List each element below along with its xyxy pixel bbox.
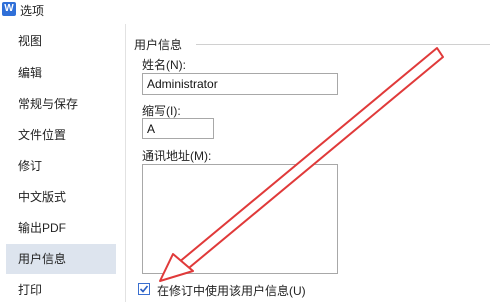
sidebar-item-edit[interactable]: 编辑: [6, 58, 116, 88]
sidebar-item-print[interactable]: 打印: [6, 275, 116, 305]
sidebar-item-revisions[interactable]: 修订: [6, 151, 116, 181]
name-field[interactable]: [142, 73, 338, 95]
use-user-info-checkbox[interactable]: [138, 283, 150, 295]
sidebar-item-general-save[interactable]: 常规与保存: [6, 89, 116, 119]
sidebar-item-chinese-layout[interactable]: 中文版式: [6, 182, 116, 212]
use-user-info-label[interactable]: 在修订中使用该用户信息(U): [157, 282, 306, 299]
checkmark-icon: [139, 285, 149, 293]
sidebar-item-user-info[interactable]: 用户信息: [6, 244, 116, 274]
name-label: 姓名(N):: [142, 58, 186, 72]
title-bar: W 选项: [0, 0, 494, 22]
sidebar-item-export-pdf[interactable]: 输出PDF: [6, 213, 116, 243]
address-field[interactable]: [142, 164, 338, 274]
user-info-panel: 用户信息 姓名(N): 缩写(I): 通讯地址(M): 在修订中使用该用户信息(…: [126, 24, 494, 302]
window-title: 选项: [20, 4, 45, 18]
group-divider: [196, 44, 490, 45]
options-sidebar: 视图 编辑 常规与保存 文件位置 修订 中文版式 输出PDF 用户信息 打印: [0, 24, 126, 302]
initials-field[interactable]: [142, 118, 214, 139]
initials-label: 缩写(I):: [142, 104, 181, 118]
sidebar-item-view[interactable]: 视图: [6, 26, 116, 56]
address-label: 通讯地址(M):: [142, 149, 212, 163]
group-title: 用户信息: [134, 36, 187, 53]
sidebar-item-file-locations[interactable]: 文件位置: [6, 120, 116, 150]
wps-app-icon: W: [2, 2, 16, 16]
